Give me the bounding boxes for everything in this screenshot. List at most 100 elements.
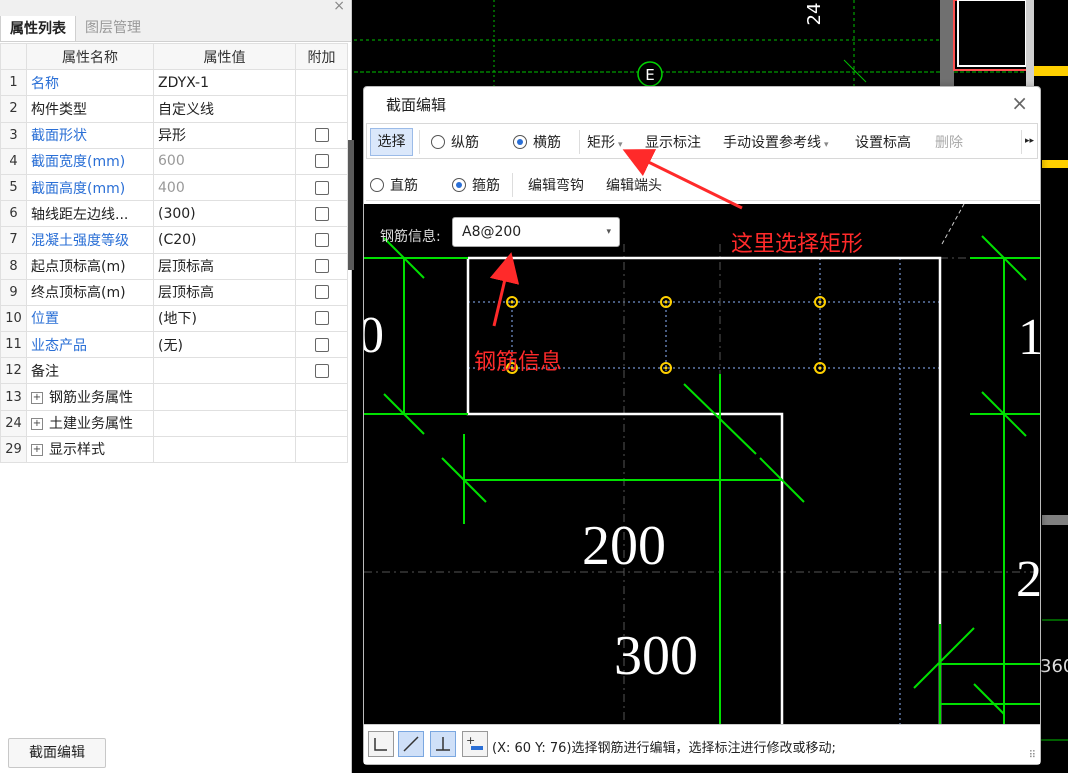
- dimension-right-cut-2[interactable]: 2: [1016, 551, 1040, 608]
- attach-checkbox[interactable]: [314, 232, 329, 247]
- table-row[interactable]: 8 起点顶标高(m) 层顶标高: [0, 252, 348, 280]
- property-value[interactable]: 400: [153, 173, 296, 202]
- splitter-handle[interactable]: [348, 140, 354, 270]
- attach-checkbox[interactable]: [314, 285, 329, 300]
- show-annotation-button[interactable]: 显示标注: [645, 132, 701, 152]
- panel-close-icon[interactable]: ×: [333, 0, 345, 14]
- tab-layer-management[interactable]: 图层管理: [76, 15, 150, 41]
- transverse-rebar-radio[interactable]: 横筋: [513, 132, 561, 152]
- resize-grip-icon[interactable]: ⠿: [1029, 750, 1036, 761]
- attach-cell: [295, 69, 348, 97]
- attach-checkbox[interactable]: [314, 311, 329, 326]
- table-row[interactable]: 10 位置 (地下): [0, 304, 348, 333]
- edit-end-button[interactable]: 编辑端头: [606, 175, 662, 195]
- table-row[interactable]: 1 名称 ZDYX-1: [0, 69, 348, 97]
- dimension-left-cut[interactable]: 0: [364, 307, 384, 364]
- dimension-lines: [364, 235, 1040, 724]
- property-value[interactable]: (C20): [153, 226, 296, 254]
- set-elevation-button[interactable]: 设置标高: [855, 132, 911, 152]
- property-value[interactable]: 异形: [153, 121, 296, 149]
- longitudinal-rebar-radio[interactable]: 纵筋: [431, 132, 479, 152]
- table-row[interactable]: 5 截面高度(mm) 400: [0, 173, 348, 202]
- radio-off-icon: [431, 135, 445, 149]
- table-row[interactable]: 12 备注: [0, 357, 348, 385]
- property-value[interactable]: (300): [153, 200, 296, 228]
- table-row[interactable]: 11 业态产品 (无): [0, 331, 348, 359]
- table-row[interactable]: 3 截面形状 异形: [0, 121, 348, 149]
- property-value[interactable]: 自定义线: [153, 95, 296, 123]
- status-text: (X: 60 Y: 76)选择钢筋进行编辑，选择标注进行修改或移动;: [492, 741, 836, 756]
- stirrup-radio[interactable]: 箍筋: [452, 175, 500, 195]
- attach-checkbox[interactable]: [314, 363, 329, 378]
- line-mode-icon[interactable]: [398, 731, 424, 757]
- attach-checkbox[interactable]: [314, 128, 329, 143]
- toolbar-overflow-icon[interactable]: ▸▸: [1025, 136, 1034, 146]
- attach-cell: [295, 357, 348, 385]
- dialog-titlebar[interactable]: 截面编辑 ×: [364, 87, 1040, 120]
- rebar-info-select[interactable]: A8@200 ▾: [452, 217, 620, 247]
- table-row[interactable]: 7 混凝土强度等级 (C20): [0, 226, 348, 254]
- property-value[interactable]: 层顶标高: [153, 252, 296, 280]
- table-row[interactable]: 6 轴线距左边线... (300): [0, 200, 348, 228]
- attach-checkbox[interactable]: [314, 180, 329, 195]
- property-name: + 土建业务属性: [26, 409, 154, 437]
- attach-checkbox[interactable]: [314, 206, 329, 221]
- table-row[interactable]: 4 截面宽度(mm) 600: [0, 147, 348, 175]
- property-name: 构件类型: [26, 95, 154, 123]
- attach-cell: [295, 173, 348, 202]
- property-value[interactable]: [153, 357, 296, 385]
- table-row[interactable]: 24 + 土建业务属性: [0, 409, 348, 437]
- property-value[interactable]: (无): [153, 331, 296, 359]
- add-point-icon[interactable]: +: [462, 731, 488, 757]
- manual-reference-line-dropdown[interactable]: 手动设置参考线 ▾: [723, 132, 829, 152]
- property-value[interactable]: 层顶标高: [153, 278, 296, 306]
- edit-hook-button[interactable]: 编辑弯钩: [528, 175, 584, 195]
- section-edit-button[interactable]: 截面编辑: [8, 738, 106, 768]
- select-tool-button[interactable]: 选择: [370, 128, 413, 156]
- property-name: 位置: [26, 304, 154, 333]
- attach-cell: [295, 147, 348, 175]
- cad-dim-360: 360: [1040, 656, 1068, 677]
- cad-dim-24: 24: [804, 3, 825, 26]
- tab-property-list[interactable]: 属性列表: [0, 15, 76, 41]
- table-row[interactable]: 29 + 显示样式: [0, 435, 348, 464]
- perpendicular-icon[interactable]: [430, 731, 456, 757]
- property-value[interactable]: ZDYX-1: [153, 69, 296, 97]
- table-row[interactable]: 9 终点顶标高(m) 层顶标高: [0, 278, 348, 306]
- dimension-200[interactable]: 200: [582, 515, 666, 577]
- straight-rebar-radio[interactable]: 直筋: [370, 175, 418, 195]
- leader-dashed-line: [941, 204, 965, 245]
- attach-checkbox[interactable]: [314, 337, 329, 352]
- attach-checkbox[interactable]: [314, 154, 329, 169]
- orthogonal-mode-icon[interactable]: [368, 731, 394, 757]
- property-name: 轴线距左边线...: [26, 200, 154, 228]
- radio-on-icon: [513, 135, 527, 149]
- rectangle-dropdown[interactable]: 矩形 ▾: [587, 132, 623, 152]
- row-number: 2: [0, 95, 27, 123]
- dialog-toolbar-primary: 选择 纵筋 横筋 矩形 ▾ 显示标注 手动设置参考线 ▾ 设置标高 删除 ▸▸: [366, 123, 1038, 159]
- toolbar-separator: [419, 130, 420, 154]
- section-edit-dialog: 截面编辑 × 选择 纵筋 横筋 矩形 ▾ 显示标注 手动设置参考线 ▾ 设置标高 删…: [363, 86, 1041, 765]
- property-name: + 显示样式: [26, 435, 154, 464]
- table-row[interactable]: 13 + 钢筋业务属性: [0, 383, 348, 411]
- dimension-300[interactable]: 300: [614, 625, 698, 687]
- property-value[interactable]: [153, 383, 296, 411]
- attach-cell: [295, 409, 348, 437]
- panel-tabs: 属性列表 图层管理: [0, 15, 351, 42]
- expand-plus-icon[interactable]: +: [31, 418, 43, 431]
- manual-reference-line-label: 手动设置参考线: [723, 135, 821, 151]
- dialog-close-icon[interactable]: ×: [1011, 91, 1028, 115]
- row-number: 10: [0, 304, 27, 333]
- stirrup-label: 箍筋: [472, 178, 500, 194]
- expand-plus-icon[interactable]: +: [31, 392, 43, 405]
- attach-checkbox[interactable]: [314, 259, 329, 274]
- dimension-right-cut-1[interactable]: 1: [1018, 309, 1040, 366]
- property-value[interactable]: [153, 409, 296, 437]
- property-value[interactable]: [153, 435, 296, 464]
- expand-plus-icon[interactable]: +: [31, 444, 43, 457]
- section-canvas[interactable]: 200 300 0 1 2 钢筋信息: A8@200 ▾: [364, 204, 1040, 724]
- table-row[interactable]: 2 构件类型 自定义线: [0, 95, 348, 123]
- property-value[interactable]: (地下): [153, 304, 296, 333]
- property-value[interactable]: 600: [153, 147, 296, 175]
- delete-button[interactable]: 删除: [935, 132, 963, 152]
